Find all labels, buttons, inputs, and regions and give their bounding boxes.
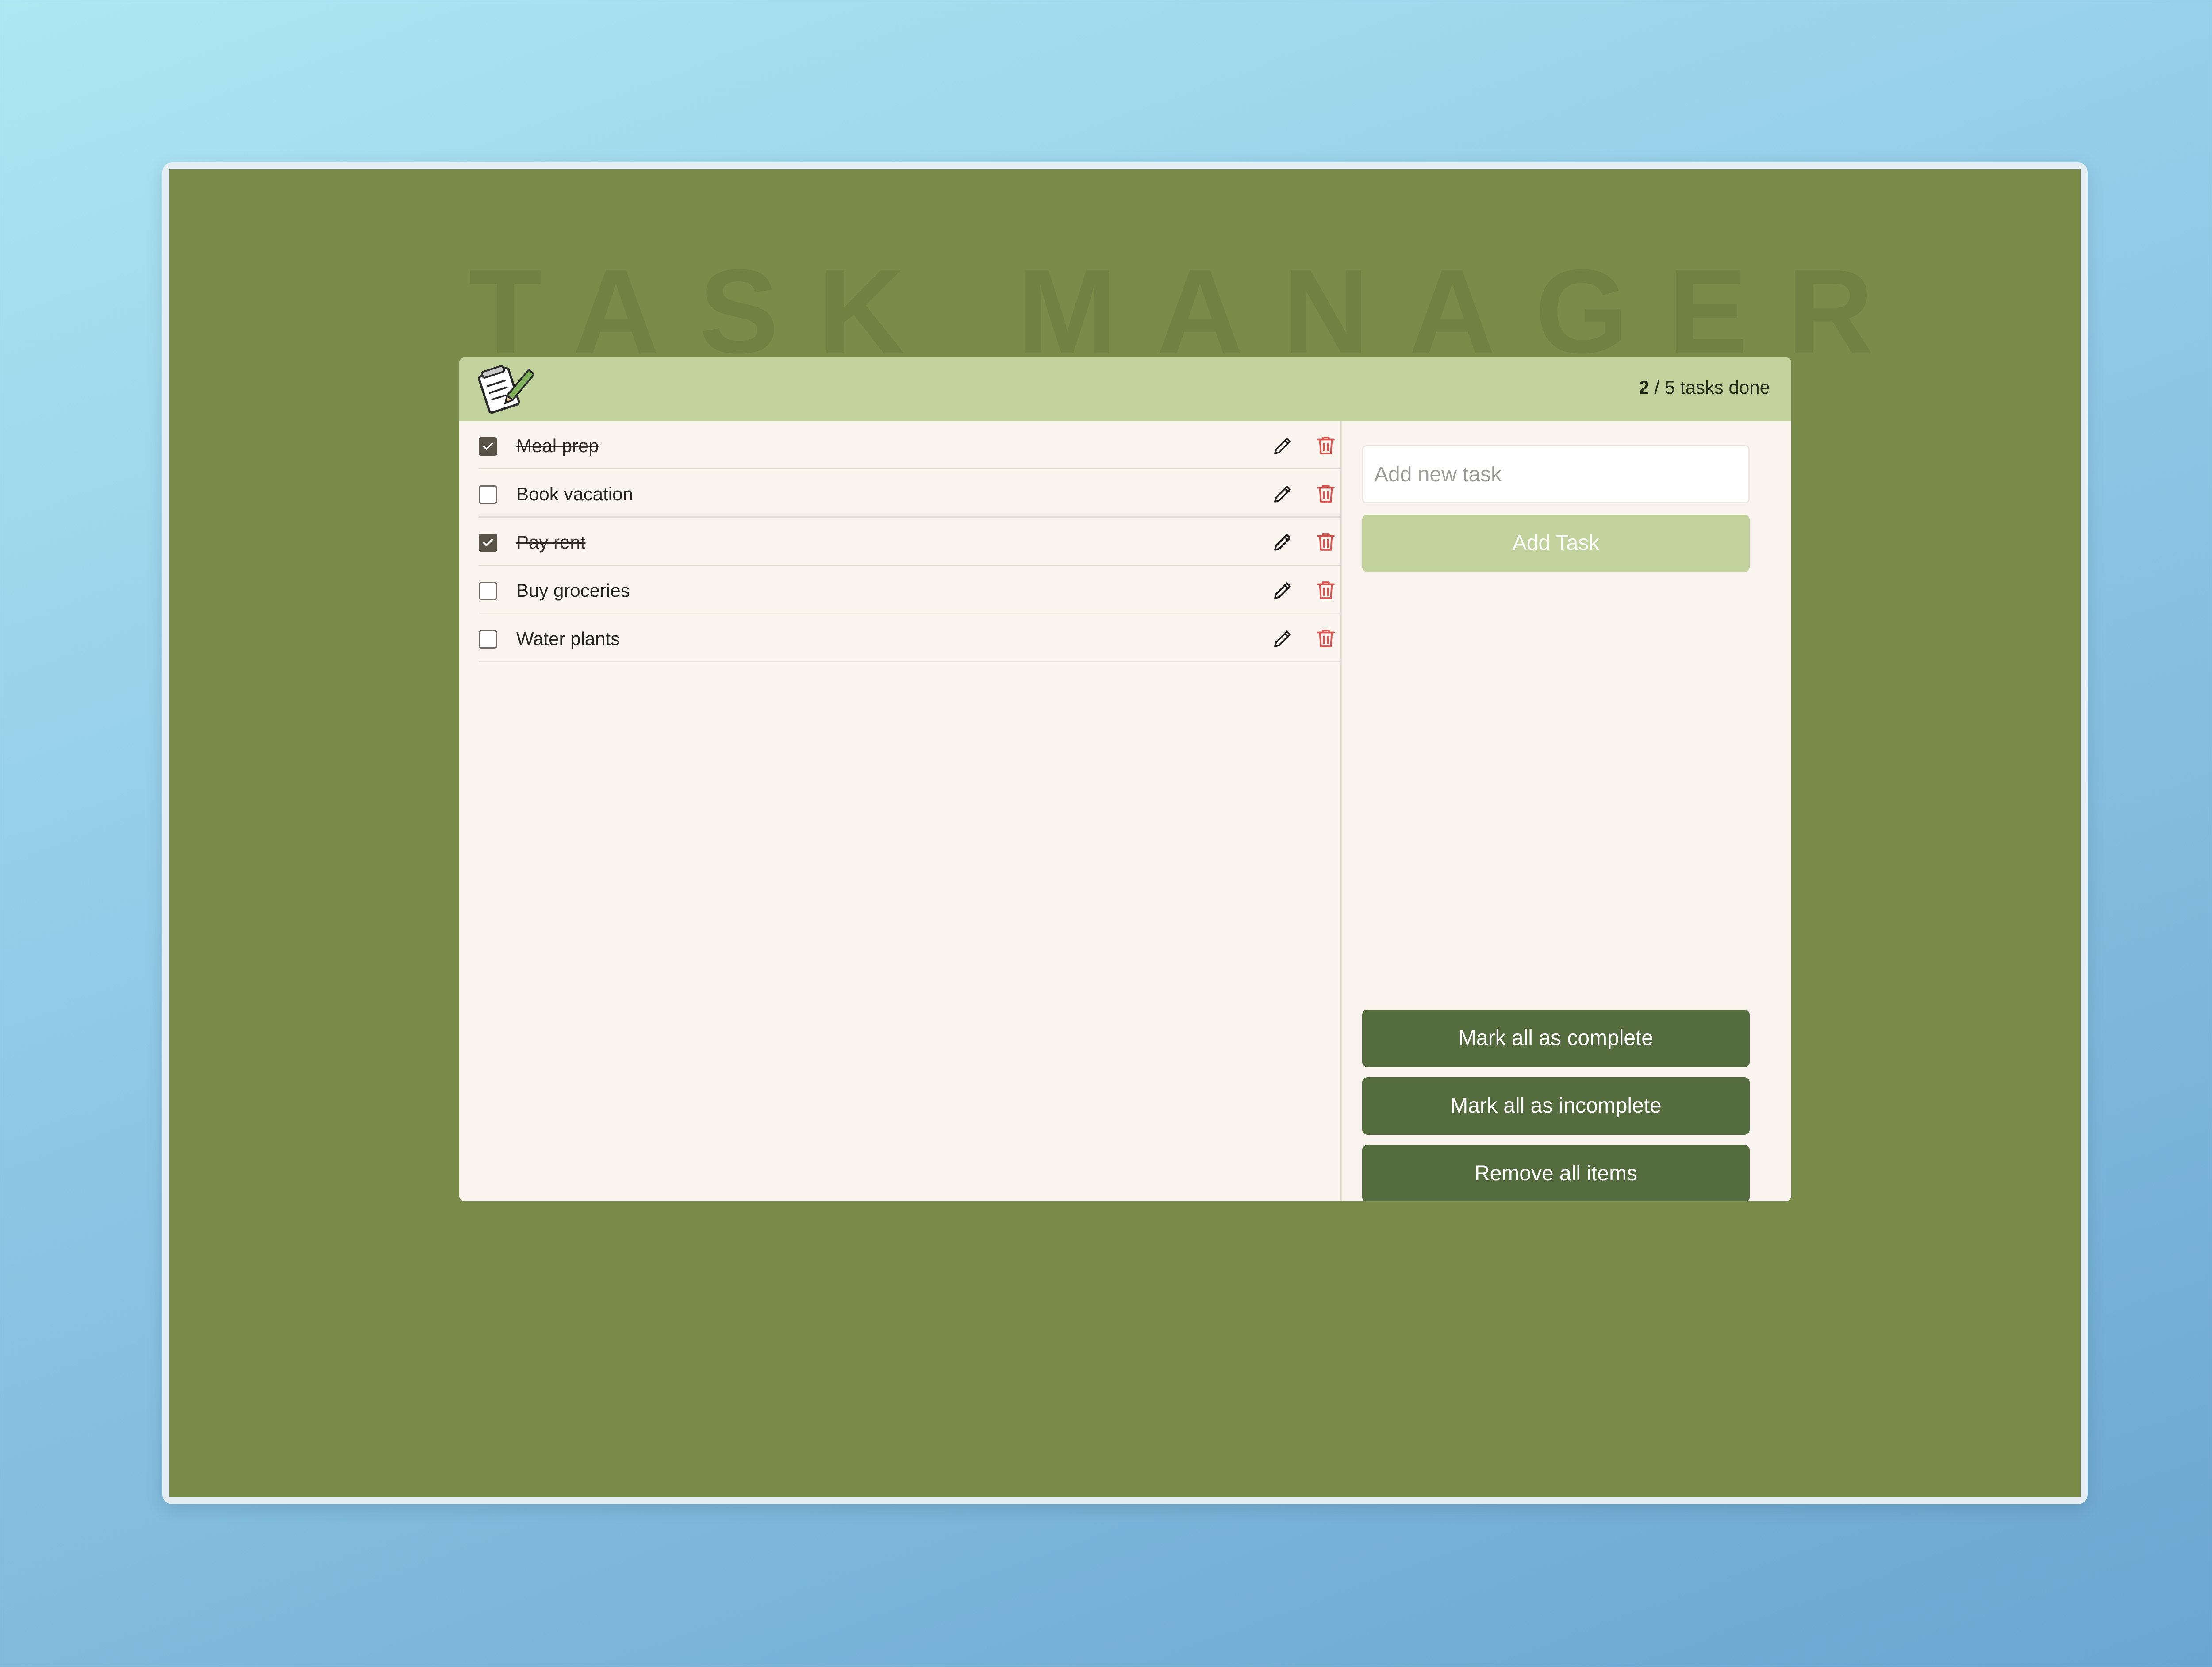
trash-icon[interactable] [1314,626,1338,650]
trash-icon[interactable] [1314,578,1338,602]
task-checkbox[interactable] [479,630,497,649]
pencil-icon[interactable] [1271,530,1295,554]
pencil-icon[interactable] [1271,482,1295,506]
task-checkbox[interactable] [479,534,497,552]
page-title-watermark: TASK MANAGER [469,245,1913,378]
trash-icon[interactable] [1314,434,1338,457]
mark-all-complete-button[interactable]: Mark all as complete [1362,1010,1750,1067]
trash-icon[interactable] [1314,482,1338,506]
task-label: Buy groceries [516,580,630,601]
card-header: 2 / 5 tasks done [459,357,1791,421]
task-card: 2 / 5 tasks done Meal prep Book vacation P… [459,357,1791,1201]
pencil-icon[interactable] [1271,434,1295,457]
sidebar-panel: Add Task Mark all as complete Mark all a… [1342,421,1791,1201]
progress-counter: 2 / 5 tasks done [1639,377,1770,398]
task-checkbox[interactable] [479,485,497,504]
task-label: Meal prep [516,435,599,456]
notepad-pencil-icon [477,362,536,416]
task-label: Pay rent [516,532,586,553]
mark-all-incomplete-button[interactable]: Mark all as incomplete [1362,1077,1750,1135]
progress-total-text: / 5 tasks done [1649,377,1770,398]
task-label: Water plants [516,628,620,649]
pencil-icon[interactable] [1271,626,1295,650]
task-list: Meal prep Book vacation Pay rent Buy grocer… [459,421,1342,1201]
add-task-button[interactable]: Add Task [1362,515,1750,572]
task-checkbox[interactable] [479,582,497,600]
task-checkbox[interactable] [479,437,497,456]
task-row: Book vacation [479,469,1340,518]
task-label: Book vacation [516,484,633,504]
pencil-icon[interactable] [1271,578,1295,602]
task-row: Pay rent [479,518,1340,566]
task-row: Buy groceries [479,566,1340,614]
remove-all-items-button[interactable]: Remove all items [1362,1145,1750,1201]
task-row: Meal prep [479,421,1340,469]
new-task-input[interactable] [1362,445,1750,503]
trash-icon[interactable] [1314,530,1338,554]
task-row: Water plants [479,614,1340,662]
progress-done-count: 2 [1639,377,1649,398]
